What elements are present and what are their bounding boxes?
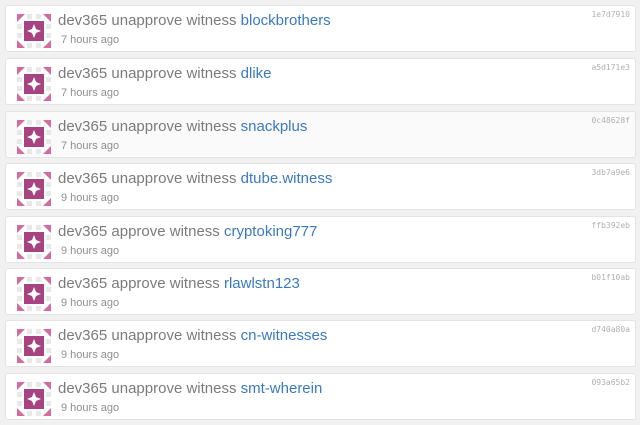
feed-item: dev365 unapprove witness cn-witnesses 9 … [5,320,636,367]
feed-item: dev365 unapprove witness dlike 7 hours a… [5,58,636,105]
transaction-id-link[interactable]: 0c48628f [591,116,630,126]
actor-name: dev365 [58,380,108,397]
action-label: approve witness [111,223,220,240]
transaction-id-link[interactable]: d740a80a [591,325,630,335]
actor-name: dev365 [58,170,108,187]
identicon-sparkle-icon [17,225,51,259]
activity-text: dev365 approve witness rlawlstn123 [58,275,300,293]
action-label: unapprove witness [111,12,237,29]
avatar[interactable] [17,382,51,416]
actor-name: dev365 [58,327,108,344]
witness-link[interactable]: snackplus [241,118,308,135]
actor-name: dev365 [58,118,108,135]
timestamp: 9 hours ago [61,192,120,204]
identicon-sparkle-icon [17,67,51,101]
witness-link[interactable]: dlike [241,65,272,82]
feed-item: dev365 unapprove witness blockbrothers 7… [5,5,636,52]
identicon-sparkle-icon [17,382,51,416]
timestamp: 9 hours ago [61,297,120,309]
avatar[interactable] [17,67,51,101]
timestamp: 9 hours ago [61,402,120,414]
activity-text: dev365 unapprove witness dtube.witness [58,170,332,188]
timestamp: 9 hours ago [61,349,120,361]
witness-link[interactable]: smt-wherein [241,380,323,397]
actor-name: dev365 [58,12,108,29]
witness-link[interactable]: blockbrothers [241,12,331,29]
action-label: unapprove witness [111,170,237,187]
activity-text: dev365 unapprove witness blockbrothers [58,12,331,30]
avatar[interactable] [17,277,51,311]
activity-feed: dev365 unapprove witness blockbrothers 7… [0,0,640,425]
action-label: unapprove witness [111,327,237,344]
action-label: unapprove witness [111,380,237,397]
identicon-sparkle-icon [17,14,51,48]
transaction-id-link[interactable]: 1e7d7910 [591,10,630,20]
avatar[interactable] [17,329,51,363]
timestamp: 7 hours ago [61,34,120,46]
avatar[interactable] [17,225,51,259]
activity-text: dev365 unapprove witness smt-wherein [58,380,322,398]
timestamp: 9 hours ago [61,245,120,257]
feed-item: dev365 unapprove witness smt-wherein 9 h… [5,373,636,420]
witness-link[interactable]: cn-witnesses [241,327,328,344]
timestamp: 7 hours ago [61,140,120,152]
avatar[interactable] [17,120,51,154]
feed-item: dev365 unapprove witness snackplus 7 hou… [5,111,636,158]
action-label: unapprove witness [111,118,237,135]
activity-text: dev365 unapprove witness cn-witnesses [58,327,327,345]
activity-text: dev365 unapprove witness dlike [58,65,272,83]
timestamp: 7 hours ago [61,87,120,99]
identicon-sparkle-icon [17,172,51,206]
feed-item: dev365 approve witness cryptoking777 9 h… [5,216,636,263]
identicon-sparkle-icon [17,120,51,154]
actor-name: dev365 [58,65,108,82]
actor-name: dev365 [58,275,108,292]
identicon-sparkle-icon [17,329,51,363]
activity-text: dev365 approve witness cryptoking777 [58,223,317,241]
feed-item: dev365 unapprove witness dtube.witness 9… [5,163,636,210]
action-label: approve witness [111,275,220,292]
avatar[interactable] [17,14,51,48]
activity-text: dev365 unapprove witness snackplus [58,118,307,136]
identicon-sparkle-icon [17,277,51,311]
witness-link[interactable]: cryptoking777 [224,223,317,240]
avatar[interactable] [17,172,51,206]
feed-item: dev365 approve witness rlawlstn123 9 hou… [5,268,636,315]
witness-link[interactable]: rlawlstn123 [224,275,300,292]
transaction-id-link[interactable]: ffb392eb [591,221,630,231]
transaction-id-link[interactable]: 3db7a9e6 [591,168,630,178]
action-label: unapprove witness [111,65,237,82]
transaction-id-link[interactable]: b01f10ab [591,273,630,283]
witness-link[interactable]: dtube.witness [241,170,333,187]
actor-name: dev365 [58,223,108,240]
transaction-id-link[interactable]: 093a65b2 [591,378,630,388]
transaction-id-link[interactable]: a5d171e3 [591,63,630,73]
